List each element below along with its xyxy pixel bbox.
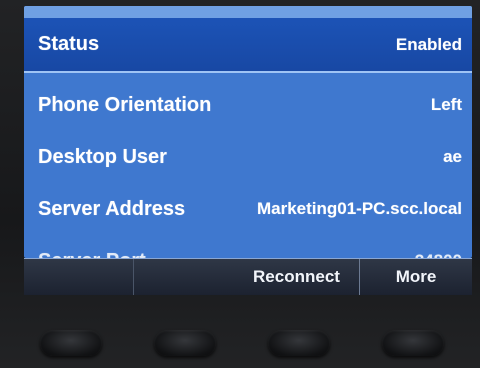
more-softkey[interactable]: More (360, 259, 472, 295)
setting-value: Left (430, 95, 462, 114)
softkey-empty (134, 259, 234, 295)
softkey-bar: Reconnect More (24, 258, 472, 295)
phone-screen: Status Enabled Phone Orientation Left De… (24, 6, 472, 258)
softkey-hardware-button-1[interactable] (40, 330, 102, 356)
setting-row-desktop-user[interactable]: Desktop User ae (24, 131, 472, 183)
setting-row-server-address[interactable]: Server Address Marketing01-PC.scc.local (24, 183, 472, 235)
screen-top-strip (24, 6, 472, 18)
setting-label: Status (38, 33, 100, 55)
setting-row-status[interactable]: Status Enabled (24, 18, 472, 73)
setting-value: Enabled (395, 34, 462, 54)
setting-row-phone-orientation[interactable]: Phone Orientation Left (24, 79, 472, 131)
setting-label: Server Address (38, 197, 186, 220)
setting-value: 24800 (415, 251, 462, 258)
softkey-empty (24, 259, 134, 295)
softkey-hardware-button-4[interactable] (382, 330, 444, 356)
setting-row-server-port[interactable]: Server Port 24800 (24, 235, 472, 259)
setting-label: Server Port (38, 250, 146, 259)
setting-value: ae (443, 147, 462, 166)
setting-value: Marketing01-PC.scc.local (256, 199, 462, 218)
softkey-hardware-button-2[interactable] (154, 330, 216, 356)
setting-label: Phone Orientation (38, 93, 212, 116)
setting-label: Desktop User (38, 145, 167, 168)
reconnect-softkey[interactable]: Reconnect (234, 259, 360, 295)
softkey-hardware-button-3[interactable] (268, 330, 330, 356)
